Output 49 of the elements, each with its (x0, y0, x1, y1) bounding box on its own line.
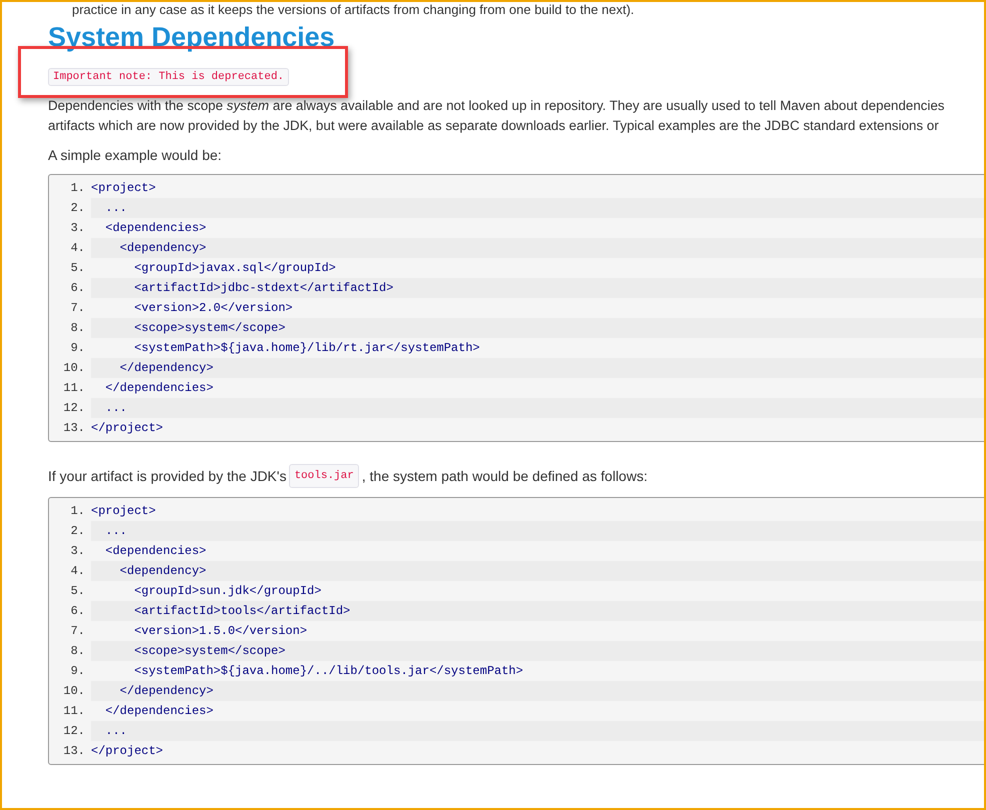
code-line: <systemPath>${java.home}/../lib/tools.jar</systemPath> (133, 663, 524, 680)
line-number: 12. (62, 724, 86, 738)
line-number: 10. (62, 361, 86, 375)
body-text: A simple example would be: (48, 146, 223, 165)
line-number: 7. (70, 624, 86, 638)
line-number: 10. (62, 684, 86, 698)
line-number: 2. (70, 524, 86, 538)
line-number: 9. (70, 341, 86, 355)
section-heading: System Dependencies (48, 21, 336, 54)
code-line: <groupId>sun.jdk</groupId> (133, 583, 322, 600)
code-line: </dependencies> (104, 380, 214, 397)
code-line: <version>2.0</version> (133, 300, 294, 317)
line-number: 2. (70, 201, 86, 215)
line-number: 4. (70, 241, 86, 255)
line-number: 8. (70, 644, 86, 658)
body-text: , the system path would be defined as follows: (362, 467, 648, 486)
line-number: 13. (62, 744, 86, 758)
line-number: 13. (62, 421, 86, 435)
code-line: <dependencies> (104, 543, 208, 560)
code-line: <project> (91, 503, 157, 520)
code-line: </project> (91, 420, 164, 437)
line-number: 5. (70, 261, 86, 275)
line-number: 3. (70, 221, 86, 235)
line-number: 12. (62, 401, 86, 415)
code-line: <systemPath>${java.home}/lib/rt.jar</systemPath> (133, 340, 481, 357)
line-number: 5. (70, 584, 86, 598)
line-number: 8. (70, 321, 86, 335)
code-line: <dependencies> (104, 220, 208, 237)
line-number: 1. (70, 181, 86, 195)
code-line: <project> (91, 180, 157, 197)
line-number: 3. (70, 544, 86, 558)
inline-code: tools.jar (289, 464, 359, 488)
code-line: </dependencies> (104, 703, 214, 720)
line-number: 6. (70, 604, 86, 618)
line-number: 1. (70, 504, 86, 518)
body-text: If your artifact is provided by the JDK's (48, 467, 286, 486)
line-number: 9. (70, 664, 86, 678)
body-text: Dependencies with the scope system are always available and are not looked up in repository. They are usually used to tell Maven about dependencies (48, 97, 946, 115)
line-number: 4. (70, 564, 86, 578)
deprecation-note: Important note: This is deprecated. (48, 68, 290, 86)
code-line: </project> (91, 743, 164, 760)
code-line: <groupId>javax.sql</groupId> (133, 260, 337, 277)
line-number: 11. (62, 704, 86, 718)
line-number: 6. (70, 281, 86, 295)
line-number: 7. (70, 301, 86, 315)
line-number: 11. (62, 381, 86, 395)
code-line: <version>1.5.0</version> (133, 623, 308, 640)
body-text: artifacts which are now provided by the JDK, but were available as separate downloads earlier. Typical examples are the JDBC standard extensions or (48, 117, 940, 135)
body-text: practice in any case as it keeps the versions of artifacts from changing from one build to the next). (72, 2, 636, 18)
